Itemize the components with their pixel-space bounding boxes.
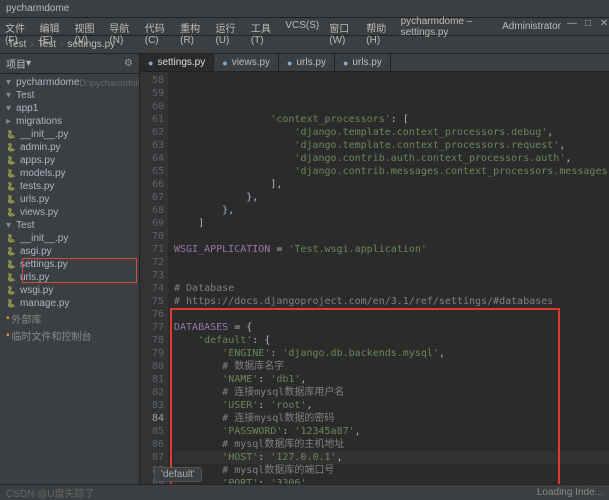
tree-node[interactable]: migrations <box>0 115 139 128</box>
breadcrumb-item[interactable]: Test <box>4 39 30 50</box>
tree-node[interactable]: app1 <box>0 102 139 115</box>
tree-node[interactable]: models.py <box>0 167 139 180</box>
sidebar-toggle-icon[interactable]: ▾ <box>26 58 31 69</box>
sidebar-title: 项目 <box>6 56 26 71</box>
tree-node[interactable]: views.py <box>0 206 139 219</box>
breadcrumb-item[interactable]: Test <box>34 39 60 50</box>
statusbar: CSDN @U盘失踪了 Loading Inde... <box>0 484 609 500</box>
tree-node[interactable]: __init__.py <box>0 128 139 141</box>
tree-node[interactable]: asgi.py <box>0 245 139 258</box>
tree-node[interactable]: ▪ 临时文件和控制台 <box>0 327 139 344</box>
editor-tab[interactable]: ●settings.py <box>140 54 214 71</box>
menu-item[interactable]: 窗口(W) <box>324 18 361 35</box>
tree-node[interactable]: manage.py <box>0 297 139 310</box>
tree-node[interactable]: wsgi.py <box>0 284 139 297</box>
menu-item[interactable]: 重构(R) <box>175 18 210 35</box>
tree-node[interactable]: tests.py <box>0 180 139 193</box>
menu-item[interactable]: 代码(C) <box>140 18 175 35</box>
breadcrumb-bottom[interactable]: 'default' <box>154 467 202 482</box>
project-tree[interactable]: pycharmdome D:\pycharmdomeTestapp1migrat… <box>0 74 139 346</box>
editor-tab[interactable]: ●urls.py <box>335 54 391 71</box>
editor-tabs: ●settings.py●views.py●urls.py●urls.py <box>140 54 609 72</box>
window-title: pycharmdome – settings.py <box>397 16 496 38</box>
tree-node[interactable]: apps.py <box>0 154 139 167</box>
menu-item[interactable]: 运行(U) <box>210 18 245 35</box>
menu-item[interactable]: VCS(S) <box>280 18 324 35</box>
titlebar: pycharmdome <box>0 0 609 18</box>
editor-tab[interactable]: ●views.py <box>214 54 279 71</box>
window-user: Administrator <box>496 21 567 32</box>
tree-node[interactable]: urls.py <box>0 193 139 206</box>
window-controls: — □ ✕ <box>567 18 609 35</box>
sidebar-header: 项目 ▾ ⚙ <box>0 54 139 74</box>
close-icon[interactable]: ✕ <box>599 18 609 35</box>
menu-item[interactable]: 文件(F) <box>0 18 35 35</box>
menu-item[interactable]: 帮助(H) <box>361 18 396 35</box>
tree-node[interactable]: __init__.py <box>0 232 139 245</box>
tree-node[interactable]: urls.py <box>0 271 139 284</box>
tree-node[interactable]: pycharmdome D:\pycharmdome <box>0 76 139 89</box>
menu-item[interactable]: 导航(N) <box>104 18 139 35</box>
menubar: 文件(F)编辑(E)视图(V)导航(N)代码(C)重构(R)运行(U)工具(T)… <box>0 18 609 36</box>
menu-item[interactable]: 编辑(E) <box>35 18 70 35</box>
tree-node[interactable]: Test <box>0 89 139 102</box>
menu-item[interactable]: 工具(T) <box>246 18 281 35</box>
tree-node[interactable]: ▪ 外部库 <box>0 310 139 327</box>
watermark: CSDN @U盘失踪了 <box>0 485 95 500</box>
code-body[interactable]: 'context_processors': [ 'django.template… <box>168 72 609 484</box>
gear-icon[interactable]: ⚙ <box>124 58 133 69</box>
menu-item[interactable]: 视图(V) <box>69 18 104 35</box>
tree-node[interactable]: Test <box>0 219 139 232</box>
line-gutter: 5859606162636465666768697071727374757677… <box>140 72 168 484</box>
code-editor[interactable]: 5859606162636465666768697071727374757677… <box>140 72 609 484</box>
breadcrumb-item[interactable]: settings.py <box>63 39 119 50</box>
maximize-icon[interactable]: □ <box>583 18 593 35</box>
title-project: pycharmdome <box>6 3 69 14</box>
project-sidebar: 项目 ▾ ⚙ pycharmdome D:\pycharmdomeTestapp… <box>0 54 140 484</box>
tree-node[interactable]: settings.py <box>0 258 139 271</box>
tree-node[interactable]: admin.py <box>0 141 139 154</box>
status-right: Loading Inde... <box>537 487 609 498</box>
breadcrumb: Test›Test›settings.py <box>0 36 609 54</box>
editor-area: ●settings.py●views.py●urls.py●urls.py 58… <box>140 54 609 484</box>
minimize-icon[interactable]: — <box>567 18 577 35</box>
editor-tab[interactable]: ●urls.py <box>279 54 335 71</box>
